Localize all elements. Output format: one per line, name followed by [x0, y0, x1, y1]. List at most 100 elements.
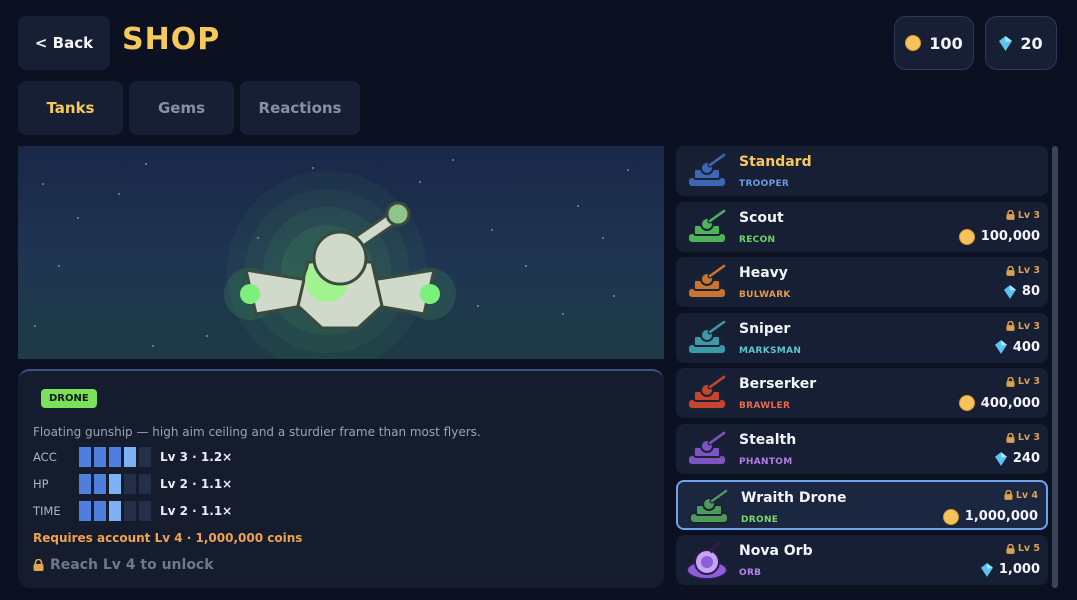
scrollbar-thumb[interactable]: [1052, 146, 1058, 588]
stat-label: HP: [33, 477, 49, 491]
lock-icon: [1006, 265, 1015, 276]
scout-tank-icon: [684, 205, 730, 249]
tank-list-item[interactable]: Berserker BRAWLER Lv 3 400,000: [676, 368, 1048, 419]
required-level: Lv 3: [1006, 210, 1040, 221]
tank-price-amount: 100,000: [980, 229, 1040, 245]
tank-price: 100,000: [958, 228, 1040, 245]
coin-balance[interactable]: 100: [894, 16, 974, 70]
lock-icon: [1006, 543, 1015, 554]
stat-row-time: TIME Lv 2 · 1.1×: [33, 500, 232, 522]
tank-class: BRAWLER: [739, 401, 791, 412]
required-level-text: Lv 4: [1015, 489, 1038, 501]
tank-preview: [18, 146, 664, 359]
tab-tanks[interactable]: Tanks: [18, 81, 123, 135]
stat-bar-segment: [124, 447, 136, 467]
required-level: Lv 4: [1004, 490, 1038, 501]
lock-icon: [1004, 490, 1013, 501]
wraith-drone-icon: [686, 485, 732, 529]
tank-price-amount: 400: [1012, 339, 1040, 355]
stat-bar-segment: [124, 501, 136, 521]
required-level-text: Lv 3: [1017, 432, 1040, 443]
tank-name: Stealth: [739, 432, 797, 448]
coin-amount: 100: [929, 33, 963, 53]
required-level: Lv 3: [1006, 265, 1040, 276]
page-title: SHOP: [122, 22, 221, 57]
required-level-text: Lv 3: [1017, 209, 1040, 221]
gem-amount: 20: [1020, 33, 1043, 53]
stat-value: Lv 2 · 1.1×: [160, 477, 233, 491]
stat-bar-segment: [109, 447, 121, 467]
unlock-label: Reach Lv 4 to unlock: [50, 557, 214, 573]
required-level-text: Lv 3: [1017, 265, 1040, 277]
berserker-tank-icon: [684, 371, 730, 415]
stat-bar-segment: [94, 447, 106, 467]
tank-price-amount: 1,000: [998, 562, 1040, 578]
stat-bars: [79, 474, 154, 494]
lock-icon: [1006, 376, 1015, 387]
stat-bar-segment: [94, 501, 106, 521]
back-button[interactable]: < Back: [18, 16, 110, 70]
tank-list-item[interactable]: Heavy BULWARK Lv 3 80: [676, 257, 1048, 308]
tank-class: MARKSMAN: [739, 345, 802, 356]
unlock-button[interactable]: Reach Lv 4 to unlock: [33, 557, 214, 573]
tank-price: 1,000,000: [942, 508, 1038, 525]
stat-bar-segment: [139, 447, 151, 467]
tab-gems[interactable]: Gems: [129, 81, 234, 135]
tank-price-amount: 1,000,000: [964, 509, 1038, 525]
gem-icon: [994, 340, 1007, 355]
tank-price: 400: [994, 339, 1040, 355]
tank-list-item[interactable]: Standard TROOPER: [676, 146, 1048, 196]
coin-icon: [942, 508, 959, 525]
stat-bar-segment: [79, 447, 91, 467]
lock-icon: [1006, 432, 1015, 443]
tank-list-item[interactable]: Wraith Drone DRONE Lv 4 1,000,000: [676, 479, 1048, 530]
standard-tank-icon: [684, 149, 730, 193]
stat-bars: [79, 447, 154, 467]
tank-class: BULWARK: [739, 290, 791, 301]
tank-list[interactable]: Standard TROOPER Scout RECON Lv 3 100,000 Heav…: [676, 146, 1048, 588]
gem-icon: [980, 562, 993, 577]
stat-bar-segment: [139, 474, 151, 494]
gem-balance[interactable]: 20: [985, 16, 1057, 70]
required-level-text: Lv 3: [1017, 376, 1040, 388]
required-level: Lv 3: [1006, 432, 1040, 443]
gem-icon: [994, 451, 1007, 466]
stat-bar-segment: [109, 501, 121, 521]
stat-bar-segment: [109, 474, 121, 494]
required-level: Lv 5: [1006, 543, 1040, 554]
stat-label: TIME: [33, 504, 61, 518]
stat-bar-segment: [139, 501, 151, 521]
sniper-tank-icon: [684, 316, 730, 360]
coin-icon: [958, 228, 975, 245]
tank-list-item[interactable]: Stealth PHANTOM Lv 3 240: [676, 424, 1048, 474]
required-level-text: Lv 3: [1017, 320, 1040, 332]
tank-class: DRONE: [741, 514, 779, 525]
stat-bar-segment: [124, 474, 136, 494]
stat-bar-segment: [79, 474, 91, 494]
stat-value: Lv 2 · 1.1×: [160, 504, 233, 518]
tank-list-item[interactable]: Scout RECON Lv 3 100,000: [676, 201, 1048, 252]
tank-list-item[interactable]: Nova Orb ORB Lv 5 1,000: [676, 535, 1048, 586]
tank-name: Berserker: [739, 376, 817, 393]
tank-price: 400,000: [958, 395, 1040, 412]
gem-icon: [1003, 284, 1016, 299]
wraith-drone-preview-icon: [34, 159, 629, 359]
lock-icon: [1006, 321, 1015, 332]
stealth-tank-icon: [684, 427, 730, 471]
tank-list-item[interactable]: Sniper MARKSMAN Lv 3 400: [676, 312, 1048, 363]
heavy-tank-icon: [684, 260, 730, 304]
required-level: Lv 3: [1006, 376, 1040, 387]
stat-row-hp: HP Lv 2 · 1.1×: [33, 473, 232, 495]
stat-bars: [79, 501, 154, 521]
gem-icon: [999, 35, 1013, 51]
stat-bar-segment: [94, 474, 106, 494]
tab-reactions[interactable]: Reactions: [240, 81, 360, 135]
coin-icon: [958, 395, 975, 412]
tank-class: RECON: [739, 234, 776, 245]
tank-class: TROOPER: [739, 179, 790, 189]
tank-price: 80: [1003, 284, 1040, 299]
class-badge: DRONE: [41, 389, 97, 408]
tank-price-amount: 240: [1012, 451, 1040, 466]
tank-price-amount: 400,000: [980, 395, 1040, 411]
nova-orb-icon: [684, 538, 730, 582]
